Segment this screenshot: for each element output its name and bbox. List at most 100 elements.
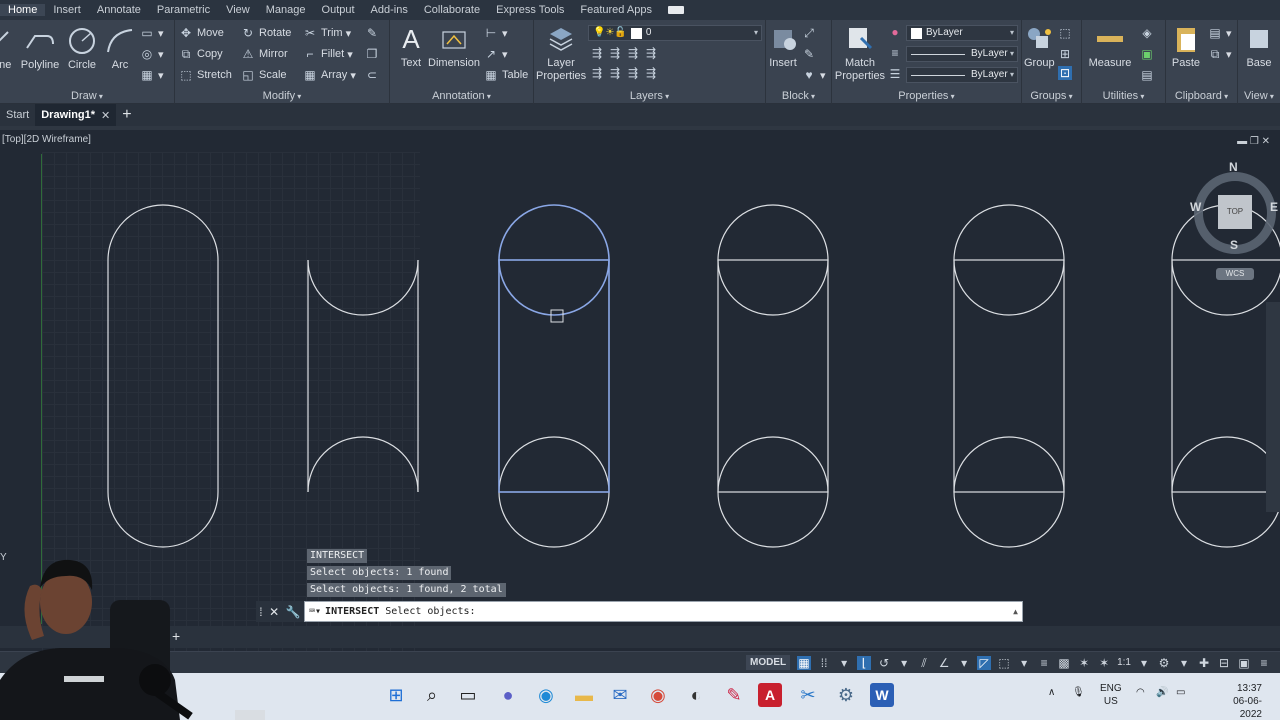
customization-menu-icon[interactable]: ≡ <box>1257 656 1271 670</box>
create-block-icon[interactable]: ⤢ <box>802 26 820 40</box>
paste-button[interactable]: Paste <box>1168 24 1204 69</box>
tab-view[interactable]: View <box>218 4 258 16</box>
insert-button[interactable]: Insert <box>768 24 798 69</box>
tab-home[interactable]: Home <box>0 4 46 16</box>
offset-icon[interactable]: ⊂ <box>365 68 383 82</box>
teams-chat-icon[interactable]: ● <box>496 683 520 707</box>
calculator-icon[interactable]: ▤ <box>1140 68 1158 82</box>
linetype-icon[interactable]: ☰ <box>888 67 906 81</box>
erase-icon[interactable]: ✎ <box>365 26 383 40</box>
group-select-icon[interactable]: ⊡ <box>1058 66 1076 80</box>
file-tab-start[interactable]: Start <box>0 104 35 126</box>
input-language[interactable]: ENG US <box>1100 682 1122 708</box>
line-button[interactable]: Line <box>0 26 14 71</box>
groups-panel-title[interactable]: Groups <box>1022 90 1081 102</box>
windows-start-icon[interactable]: ⊞ <box>384 683 408 707</box>
tab-manage[interactable]: Manage <box>258 4 314 16</box>
arc-button[interactable]: Arc <box>104 26 136 71</box>
edit-block-icon[interactable]: ✎ <box>802 47 820 61</box>
linetype-dropdown[interactable]: ByLayer <box>906 67 1018 83</box>
base-button[interactable]: Base <box>1240 24 1278 69</box>
layers-panel-title[interactable]: Layers <box>534 90 765 102</box>
viewcube-top-face[interactable]: TOP <box>1218 195 1252 229</box>
isodraft-icon[interactable]: ⫽ <box>917 656 931 670</box>
tab-annotate[interactable]: Annotate <box>89 4 149 16</box>
linear-dimension-icon[interactable]: ⊢ ▾ <box>484 26 508 40</box>
fillet-button[interactable]: ⌐ Fillet ▾ <box>303 47 352 61</box>
block-panel-title[interactable]: Block <box>766 90 831 102</box>
auto-scale-icon[interactable]: ✶ <box>1097 656 1111 670</box>
system-clock[interactable]: 13:37 06-06-2022 <box>1226 682 1262 720</box>
model-space-button[interactable]: MODEL <box>745 655 791 670</box>
osnap-dropdown-icon[interactable]: ▾ <box>957 656 971 670</box>
rotate-button[interactable]: ↻ Rotate <box>241 26 291 40</box>
polar-dropdown-icon[interactable]: ▾ <box>897 656 911 670</box>
mirror-button[interactable]: ⚠ Mirror <box>241 47 288 61</box>
copy-clip-icon[interactable]: ⧉ ▾ <box>1208 47 1232 61</box>
group-button[interactable]: Group <box>1024 24 1055 69</box>
workspace-dropdown-icon[interactable]: ▾ <box>1177 656 1191 670</box>
snap-mode-icon[interactable]: ⁞⁞ <box>817 656 831 670</box>
measure-button[interactable]: Measure <box>1086 24 1134 69</box>
tab-express-tools[interactable]: Express Tools <box>488 4 572 16</box>
annotation-visibility-icon[interactable]: ✶ <box>1077 656 1091 670</box>
trim-button[interactable]: ✂ Trim ▾ <box>303 26 351 40</box>
copy-button[interactable]: ⧉ Copy <box>179 47 223 61</box>
compass-north[interactable]: N <box>1229 160 1238 174</box>
task-view-icon[interactable]: ▭ <box>456 683 480 707</box>
command-prompt-icon[interactable]: ⌨▾ <box>309 606 321 617</box>
scale-dropdown-icon[interactable]: ▾ <box>1137 656 1151 670</box>
color-dropdown[interactable]: ByLayer <box>906 25 1018 41</box>
layer-dropdown[interactable]: 💡☀🔓 0 <box>588 25 762 41</box>
volume-icon[interactable]: 🔊 <box>1156 687 1168 698</box>
navigation-bar[interactable] <box>1266 302 1280 512</box>
wifi-icon[interactable]: ◠ <box>1136 687 1145 698</box>
polyline-button[interactable]: Polyline <box>20 26 60 71</box>
draw-panel-title[interactable]: Draw <box>0 90 174 102</box>
hatch-icon[interactable]: ◎ ▾ <box>140 47 164 61</box>
color-wheel-icon[interactable]: ● <box>888 25 906 39</box>
edge-browser-icon[interactable]: ◉ <box>534 683 558 707</box>
transparency-icon[interactable]: ▩ <box>1057 656 1071 670</box>
explode-icon[interactable]: ❐ <box>365 47 383 61</box>
tab-parametric[interactable]: Parametric <box>149 4 218 16</box>
compass-east[interactable]: E <box>1270 200 1278 214</box>
tray-overflow-icon[interactable]: ∧ <box>1048 687 1055 698</box>
grid-toggle-icon[interactable]: ▦ <box>797 655 812 670</box>
layer-tools-row-1[interactable]: ⇶ ⇶ ⇶ ⇶ <box>590 46 662 60</box>
cut-icon[interactable]: ▤ ▾ <box>1208 26 1231 40</box>
wcs-menu[interactable]: WCS <box>1216 268 1254 280</box>
snipping-tool-icon[interactable]: ✂ <box>796 683 820 707</box>
match-properties-button[interactable]: Match Properties <box>834 24 886 83</box>
annotation-panel-title[interactable]: Annotation <box>390 90 533 102</box>
layer-properties-button[interactable]: Layer Properties <box>536 24 586 83</box>
units-icon[interactable]: ⊟ <box>1217 656 1231 670</box>
dimension-button[interactable]: Dimension <box>428 24 480 69</box>
history-expand-icon[interactable]: ▲ <box>1013 607 1018 616</box>
text-button[interactable]: A Text <box>396 24 426 69</box>
clean-screen-icon[interactable]: ▣ <box>1237 656 1251 670</box>
annotation-monitor-icon[interactable]: ✚ <box>1197 656 1211 670</box>
move-button[interactable]: ✥ Move <box>179 26 224 40</box>
utilities-panel-title[interactable]: Utilities <box>1082 90 1165 102</box>
view-panel-title[interactable]: View <box>1238 90 1280 102</box>
snap-dropdown-icon[interactable]: ▾ <box>837 656 851 670</box>
word-icon[interactable]: W <box>870 683 894 707</box>
settings-icon[interactable]: ⚙ <box>834 683 858 707</box>
file-explorer-icon[interactable]: ▬ <box>572 683 596 707</box>
layer-tools-row-2[interactable]: ⇶ ⇶ ⇶ ⇶ <box>590 66 662 80</box>
mail-icon[interactable]: ✉ <box>608 683 632 707</box>
object-snap-icon[interactable]: ◸ <box>977 655 992 670</box>
object-snap-tracking-icon[interactable]: ∠ <box>937 656 951 670</box>
ungroup-icon[interactable]: ⬚ <box>1058 26 1076 40</box>
tab-add-ins[interactable]: Add-ins <box>363 4 416 16</box>
annotation-scale[interactable]: 1:1 <box>1117 657 1131 668</box>
file-tab-drawing1[interactable]: Drawing1* ✕ <box>35 104 117 126</box>
circle-button[interactable]: Circle <box>64 26 100 71</box>
close-command-icon[interactable]: ✕ <box>269 605 279 619</box>
new-tab-button[interactable]: + <box>116 104 137 126</box>
tab-insert[interactable]: Insert <box>45 4 89 16</box>
array-button[interactable]: ▦ Array ▾ <box>303 68 356 82</box>
table-button[interactable]: ▦ Table <box>484 68 528 82</box>
clipboard-panel-title[interactable]: Clipboard <box>1166 90 1237 102</box>
